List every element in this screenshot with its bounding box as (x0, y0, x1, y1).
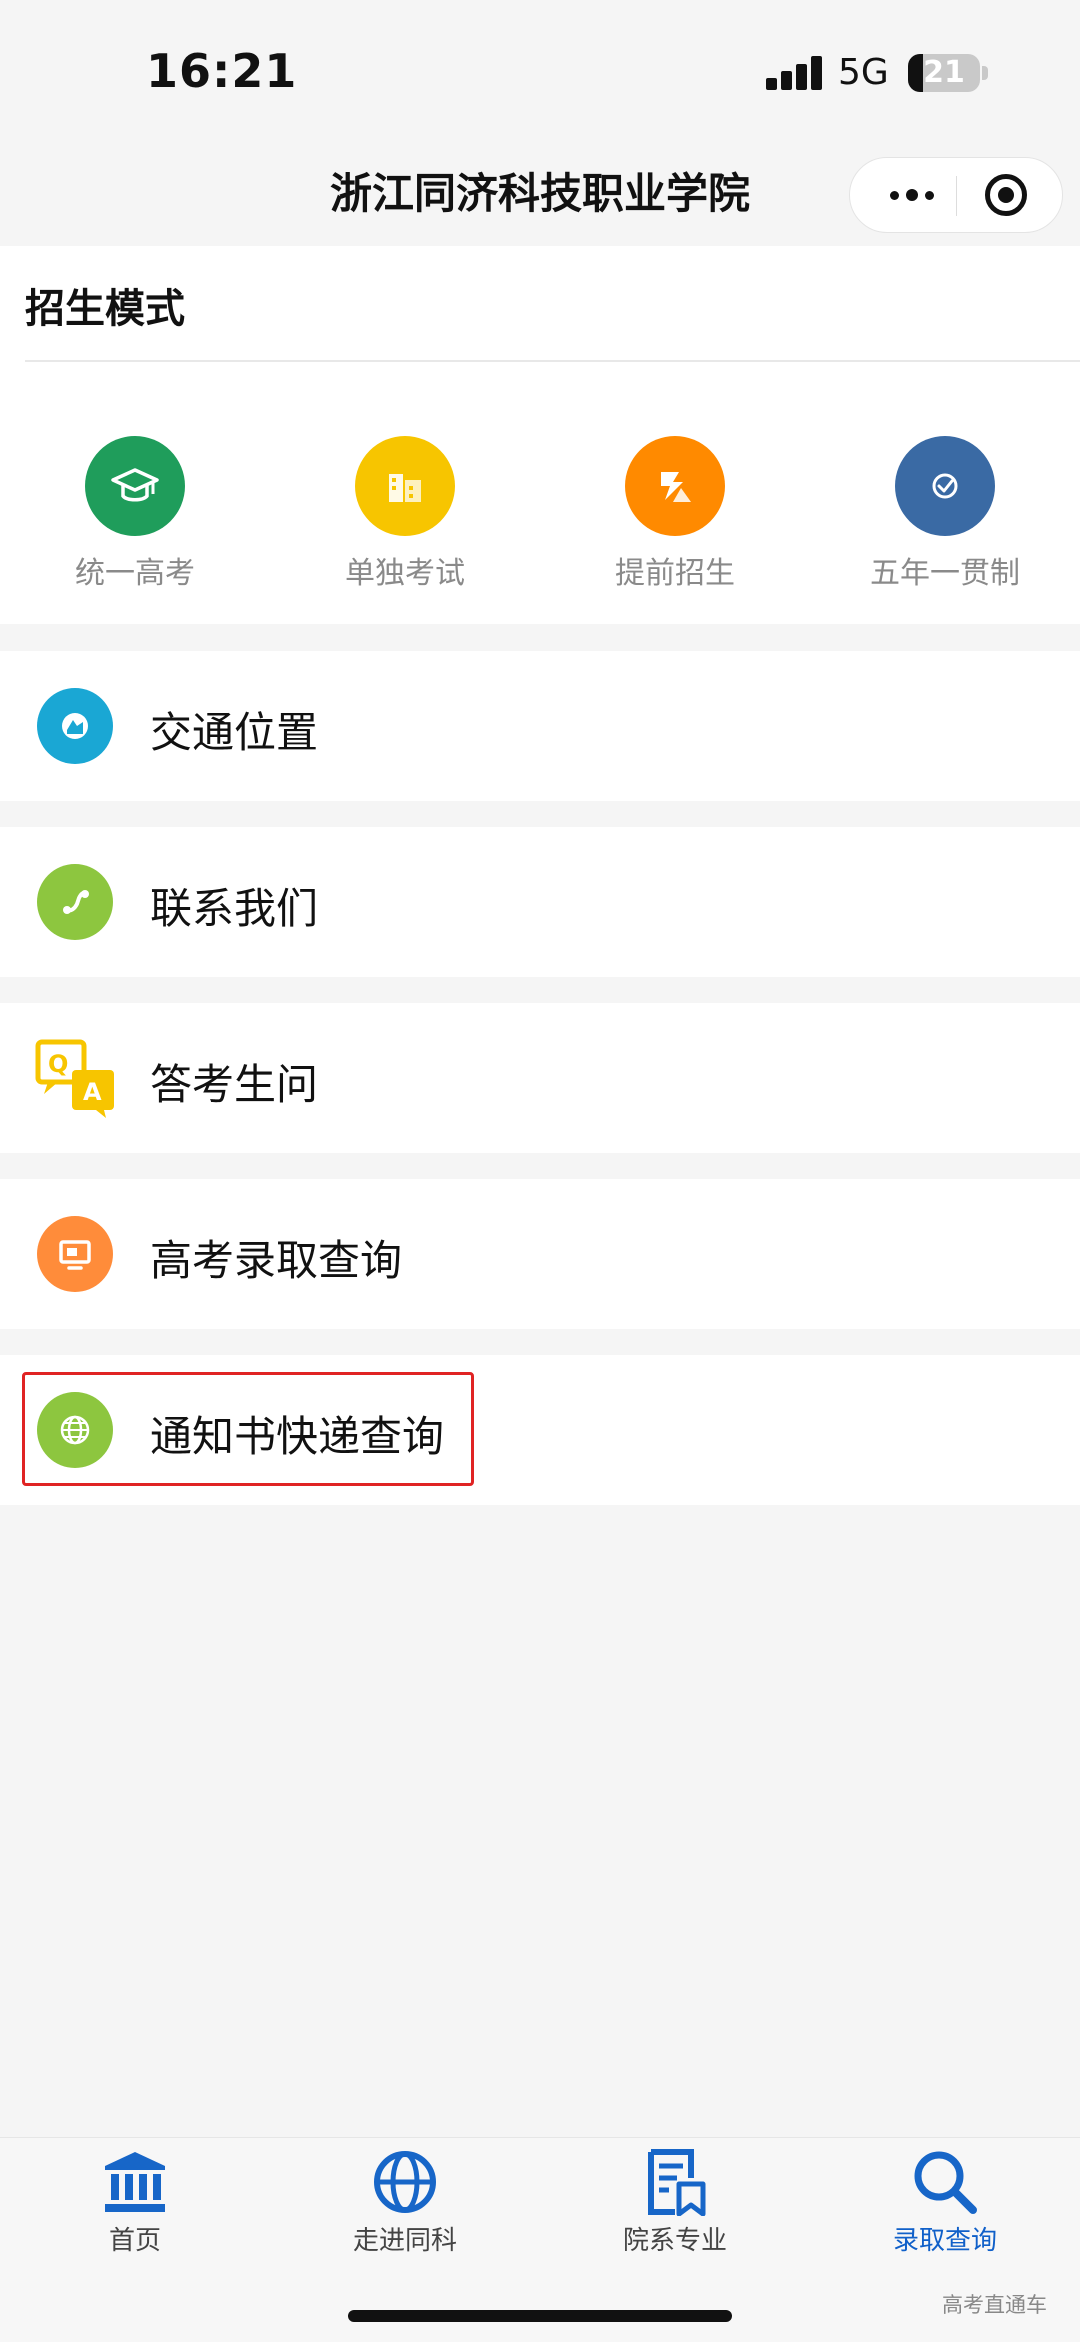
tab-label: 走进同科 (352, 2226, 457, 2256)
location-icon (37, 688, 113, 764)
menu-label: 答考生问 (150, 1060, 319, 1109)
signal-icon (766, 56, 824, 90)
bank-building-icon (105, 2152, 165, 2212)
mode-item-independent-exam[interactable]: 单独考试 (305, 436, 505, 606)
building-icon (355, 436, 455, 536)
battery-level: 21 (923, 55, 965, 90)
phone-icon (37, 864, 113, 940)
admission-modes-section: 招生模式 统一高考 单独考试 提前招生 五年一贯制 (0, 246, 1080, 624)
miniprogram-capsule (849, 157, 1063, 233)
menu-label: 交通位置 (150, 708, 319, 757)
tab-label: 院系专业 (622, 2226, 727, 2256)
battery-icon: 21 (908, 54, 980, 92)
mode-label: 单独考试 (345, 556, 465, 591)
qa-icon: Q A (34, 1036, 118, 1120)
tab-admission-query[interactable]: 录取查询 (845, 2148, 1045, 2268)
menu-label: 联系我们 (150, 884, 319, 933)
tab-home[interactable]: 首页 (35, 2148, 235, 2268)
monitor-icon (37, 1216, 113, 1292)
globe-icon (374, 2151, 436, 2213)
section-title: 招生模式 (25, 286, 185, 332)
mode-item-early-admission[interactable]: 提前招生 (575, 436, 775, 606)
mode-label: 五年一贯制 (870, 556, 1020, 591)
home-indicator (348, 2310, 732, 2322)
status-time: 16:21 (146, 44, 298, 98)
graduation-cap-icon (85, 436, 185, 536)
mode-label: 提前招生 (615, 556, 735, 591)
menu-item-traffic-location[interactable]: 交通位置 (0, 651, 1080, 801)
tab-label: 首页 (108, 2226, 161, 2256)
status-bar: 16:21 5G 21 (0, 0, 1080, 140)
mode-item-five-year[interactable]: 五年一贯制 (845, 436, 1045, 606)
check-circle-icon (895, 436, 995, 536)
document-bookmark-icon (648, 2149, 706, 2216)
section-divider (25, 360, 1080, 362)
tab-departments[interactable]: 院系专业 (575, 2148, 775, 2268)
menu-item-contact-us[interactable]: 联系我们 (0, 827, 1080, 977)
menu-item-qa[interactable]: Q A 答考生问 (0, 1003, 1080, 1153)
capsule-divider (956, 176, 957, 216)
highlight-annotation-box (22, 1372, 474, 1486)
nav-bar: 浙江同济科技职业学院 (0, 140, 1080, 246)
battery-tip (982, 66, 988, 80)
menu-label: 高考录取查询 (150, 1236, 403, 1285)
network-label: 5G (838, 52, 889, 93)
arrow-triangle-icon (625, 436, 725, 536)
svg-text:Q: Q (48, 1050, 68, 1078)
mode-item-unified-exam[interactable]: 统一高考 (35, 436, 235, 606)
tab-label: 录取查询 (892, 2226, 997, 2256)
target-circle-icon[interactable] (985, 174, 1027, 216)
mode-label: 统一高考 (75, 556, 195, 591)
svg-text:A: A (83, 1078, 102, 1106)
tab-about[interactable]: 走进同科 (305, 2148, 505, 2268)
more-dots-icon[interactable] (872, 158, 952, 232)
menu-item-admission-query[interactable]: 高考录取查询 (0, 1179, 1080, 1329)
search-icon (914, 2151, 977, 2214)
watermark: 高考直通车 (942, 2293, 1047, 2317)
